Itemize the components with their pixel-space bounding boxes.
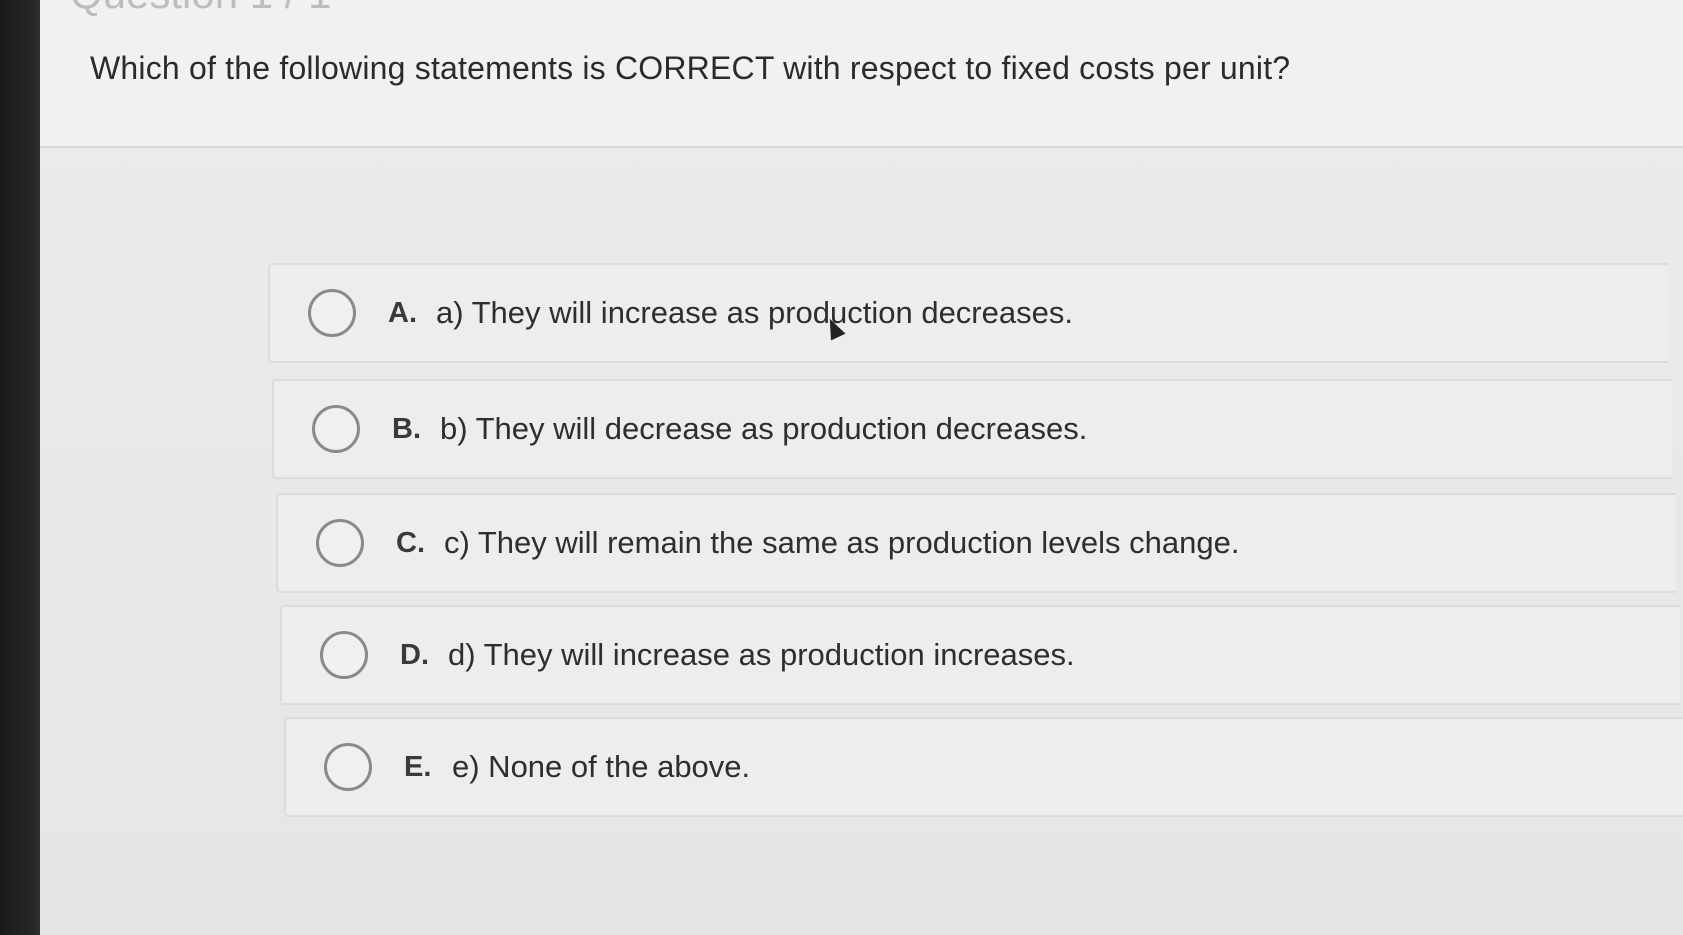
option-letter: B. <box>392 413 421 445</box>
radio-icon[interactable] <box>324 743 372 791</box>
option-a[interactable]: A. a) They will increase as production d… <box>268 263 1668 363</box>
option-text: d) They will increase as production incr… <box>448 637 1075 672</box>
option-text: b) They will decrease as production decr… <box>440 411 1088 446</box>
option-c[interactable]: C. c) They will remain the same as produ… <box>276 493 1676 593</box>
option-d[interactable]: D. d) They will increase as production i… <box>280 605 1680 705</box>
answer-options: A. a) They will increase as production d… <box>40 0 1683 935</box>
option-text: e) None of the above. <box>452 749 751 784</box>
radio-icon[interactable] <box>316 519 364 567</box>
quiz-screen: Question 1 / 1 Which of the following st… <box>40 0 1683 935</box>
option-b[interactable]: B. b) They will decrease as production d… <box>272 379 1672 479</box>
option-letter: C. <box>396 527 425 559</box>
option-text: c) They will remain the same as producti… <box>444 525 1240 560</box>
radio-icon[interactable] <box>308 289 356 337</box>
option-letter: D. <box>400 639 429 671</box>
option-letter: A. <box>388 297 417 329</box>
option-letter: E. <box>404 751 432 783</box>
radio-icon[interactable] <box>312 405 360 453</box>
radio-icon[interactable] <box>320 631 368 679</box>
option-text: a) They will increase as production decr… <box>436 295 1073 330</box>
option-e[interactable]: E. e) None of the above. <box>284 717 1683 817</box>
